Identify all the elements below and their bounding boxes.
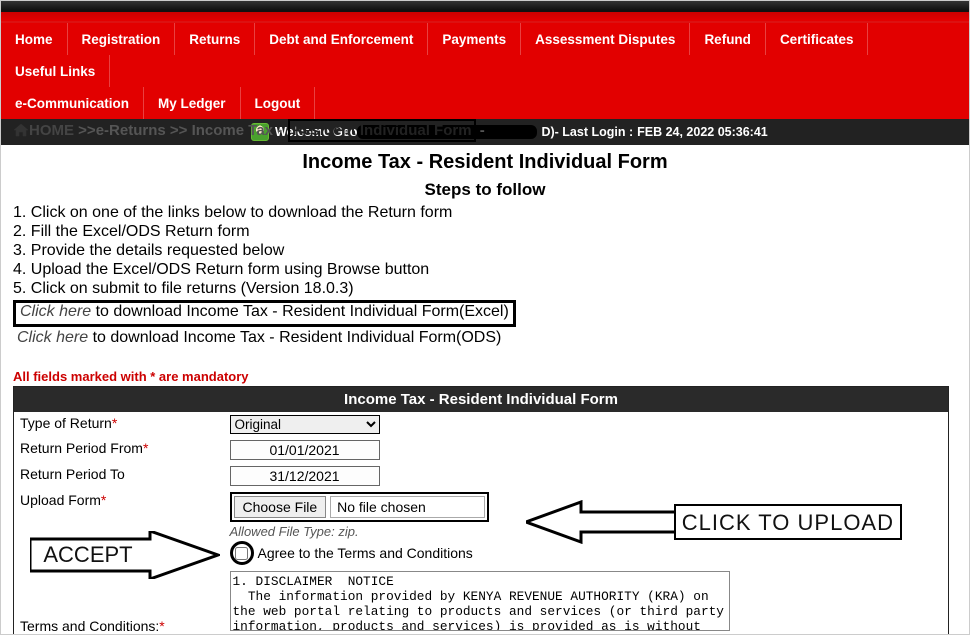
no-file-chosen: No file chosen bbox=[330, 496, 485, 518]
step-3: 3. Provide the details requested below bbox=[13, 242, 957, 260]
type-of-return-label: Type of Return bbox=[20, 415, 112, 431]
nav-payments[interactable]: Payments bbox=[428, 23, 521, 55]
nav-assessment-disputes[interactable]: Assessment Disputes bbox=[521, 23, 690, 55]
period-to-input[interactable] bbox=[230, 466, 380, 486]
breadcrumb-income-tax[interactable]: Income Tax bbox=[192, 122, 273, 139]
download-ods-rest[interactable]: to download Income Tax - Resident Indivi… bbox=[88, 329, 501, 346]
agree-terms-label: Agree to the Terms and Conditions bbox=[258, 545, 473, 561]
home-icon[interactable] bbox=[13, 123, 29, 141]
breadcrumb-ereturns[interactable]: e-Returns bbox=[96, 122, 166, 139]
nav-debt-enforcement[interactable]: Debt and Enforcement bbox=[255, 23, 428, 55]
main-navbar: Home Registration Returns Debt and Enfor… bbox=[1, 23, 969, 119]
page-title: Income Tax - Resident Individual Form bbox=[13, 151, 957, 174]
nav-certificates[interactable]: Certificates bbox=[766, 23, 869, 55]
type-of-return-select[interactable]: Original bbox=[230, 415, 380, 434]
steps-title: Steps to follow bbox=[13, 180, 957, 200]
period-from-label: Return Period From bbox=[20, 440, 143, 456]
return-form-table: Income Tax - Resident Individual Form Ty… bbox=[13, 386, 949, 634]
top-brand-stripe bbox=[1, 1, 969, 23]
download-excel-box: Click here to download Income Tax - Resi… bbox=[13, 300, 516, 327]
step-1: 1. Click on one of the links below to do… bbox=[13, 204, 957, 222]
breadcrumb: HOME >>e-Returns >> Income Tax - Residen… bbox=[13, 116, 957, 143]
nav-returns[interactable]: Returns bbox=[175, 23, 255, 55]
download-ods-click-here[interactable]: Click here bbox=[17, 329, 88, 346]
breadcrumb-current: Resident Individual Form bbox=[288, 119, 475, 142]
main-content-scroll[interactable]: HOME >>e-Returns >> Income Tax - Residen… bbox=[1, 116, 969, 634]
nav-useful-links[interactable]: Useful Links bbox=[1, 55, 110, 87]
mandatory-fields-note: All fields marked with * are mandatory bbox=[13, 369, 957, 384]
nav-e-communication[interactable]: e-Communication bbox=[1, 87, 144, 119]
period-from-input[interactable] bbox=[230, 440, 380, 460]
nav-row-2: e-Communication My Ledger Logout bbox=[1, 87, 969, 119]
nav-logout[interactable]: Logout bbox=[241, 87, 316, 119]
upload-form-label: Upload Form bbox=[20, 492, 101, 508]
nav-my-ledger[interactable]: My Ledger bbox=[144, 87, 241, 119]
breadcrumb-home[interactable]: HOME bbox=[29, 122, 74, 139]
agree-terms-checkbox[interactable] bbox=[235, 547, 248, 560]
nav-registration[interactable]: Registration bbox=[68, 23, 176, 55]
period-to-label: Return Period To bbox=[20, 466, 125, 482]
allowed-file-type: Allowed File Type: zip. bbox=[230, 524, 943, 539]
agree-checkbox-highlight bbox=[230, 541, 254, 565]
step-4: 4. Upload the Excel/ODS Return form usin… bbox=[13, 261, 957, 279]
nav-home[interactable]: Home bbox=[1, 23, 68, 55]
step-5: 5. Click on submit to file returns (Vers… bbox=[13, 280, 957, 298]
terms-conditions-label: Terms and Conditions: bbox=[20, 618, 159, 634]
nav-refund[interactable]: Refund bbox=[690, 23, 766, 55]
terms-textarea[interactable]: 1. DISCLAIMER NOTICE The information pro… bbox=[230, 571, 730, 631]
download-excel-rest[interactable]: to download Income Tax - Resident Indivi… bbox=[91, 303, 509, 320]
step-2: 2. Fill the Excel/ODS Return form bbox=[13, 223, 957, 241]
form-header: Income Tax - Resident Individual Form bbox=[14, 387, 949, 413]
nav-row-1: Home Registration Returns Debt and Enfor… bbox=[1, 23, 969, 87]
download-excel-click-here[interactable]: Click here bbox=[20, 303, 91, 320]
choose-file-button[interactable]: Choose File bbox=[234, 496, 327, 518]
steps-list: 1. Click on one of the links below to do… bbox=[13, 204, 957, 298]
